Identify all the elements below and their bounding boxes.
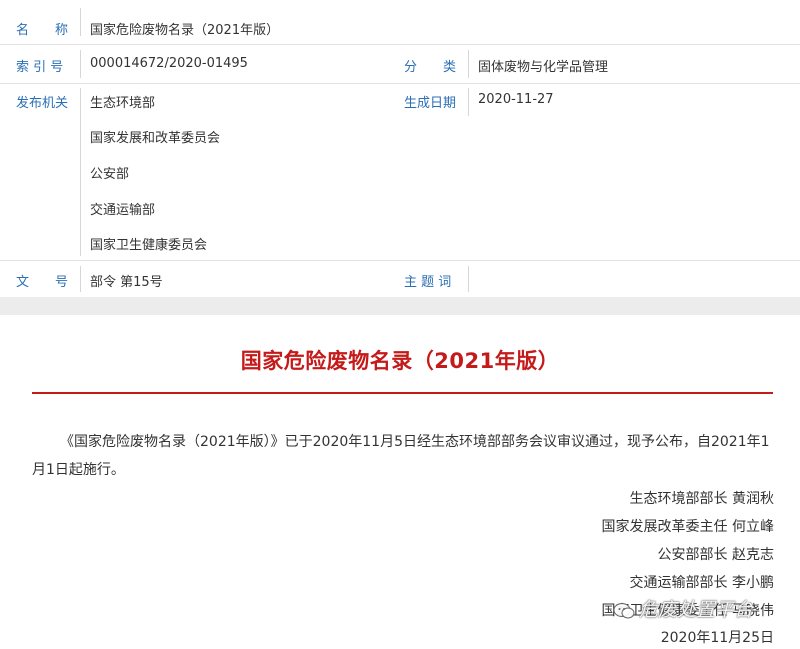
category-label: 分 类 [404,60,457,75]
divider [80,8,81,36]
date-label: 生成日期 [404,96,457,111]
watermark: 危废处置平台 [613,595,783,629]
wechat-bubble-icon [613,602,635,620]
divider [468,88,469,116]
docno-value: 部令 第15号 [90,275,163,290]
index-value: 000014672/2020-01495 [90,56,248,71]
signature-line: 公安部部长 赵克志 [657,547,774,563]
issuer-item: 交通运输部 [90,203,156,218]
document-title: 国家危险废物名录（2021年版） [240,349,560,373]
issuer-item: 国家发展和改革委员会 [90,131,221,146]
watermark-text: 危废处置平台 [639,599,754,621]
subject-label: 主 题 词 [404,275,452,290]
signature-line: 国家发展改革委主任 何立峰 [601,519,774,535]
issuer-item: 公安部 [90,167,130,182]
signature-date: 2020年11月25日 [660,630,774,646]
date-value: 2020-11-27 [478,92,554,107]
divider [80,266,81,292]
issuer-item: 国家卫生健康委员会 [90,238,208,253]
signature-line: 生态环境部部长 黄润秋 [629,491,774,507]
document-body: 国家危险废物名录（2021年版） 《国家危险废物名录（2021年版）》已于202… [0,315,800,649]
announcement-paragraph: 《国家危险废物名录（2021年版）》已于2020年11月5日经生态环境部部务会议… [32,434,770,478]
divider [0,260,800,261]
divider [468,266,469,292]
category-value: 固体废物与化学品管理 [478,60,609,75]
divider [468,50,469,78]
signature-line: 交通运输部部长 李小鹏 [629,575,774,591]
document-metadata-panel: 名 称 国家危险废物名录（2021年版） 索 引 号 000014672/202… [0,0,800,297]
divider [0,44,800,45]
issuer-item: 生态环境部 [90,96,156,111]
docno-label: 文 号 [16,275,69,290]
index-label: 索 引 号 [16,60,64,75]
divider [0,83,800,84]
name-value: 国家危险废物名录（2021年版） [90,23,280,38]
issuer-label: 发布机关 [16,96,69,111]
name-label: 名 称 [16,23,69,38]
divider [80,88,81,256]
title-underline [32,392,773,394]
divider [80,50,81,78]
